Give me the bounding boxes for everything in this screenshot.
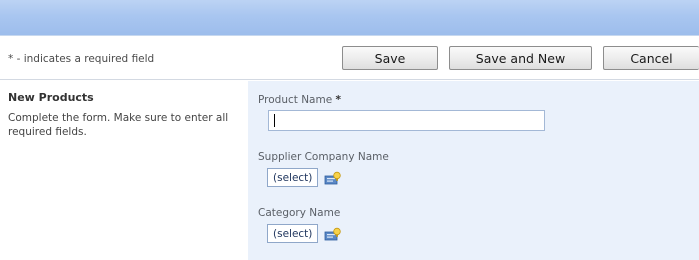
header-bar: [0, 0, 699, 36]
product-name-label-text: Product Name: [258, 94, 333, 106]
section-info-panel: New Products Complete the form. Make sur…: [0, 81, 248, 260]
section-description: Complete the form. Make sure to enter al…: [8, 112, 229, 138]
supplier-select-button[interactable]: (select): [267, 168, 319, 187]
save-button[interactable]: Save: [342, 46, 438, 70]
category-name-label: Category Name: [258, 207, 341, 219]
toolbar: * - indicates a required field Save Save…: [0, 36, 699, 80]
category-picker: (select): [267, 224, 342, 243]
form-panel: Product Name * Supplier Company Name (se…: [248, 81, 699, 260]
supplier-company-label: Supplier Company Name: [258, 151, 389, 163]
cancel-button[interactable]: Cancel: [603, 46, 699, 70]
address-book-icon[interactable]: [324, 171, 342, 185]
save-and-new-button[interactable]: Save and New: [449, 46, 592, 70]
required-marker: *: [335, 94, 342, 106]
supplier-picker: (select): [267, 168, 342, 187]
section-title: New Products: [8, 91, 94, 104]
category-select-button[interactable]: (select): [267, 224, 319, 243]
address-book-icon[interactable]: [324, 227, 342, 241]
required-field-note: * - indicates a required field: [8, 53, 155, 65]
product-name-label: Product Name *: [258, 94, 341, 106]
text-caret: [274, 114, 275, 127]
product-name-input[interactable]: [268, 110, 545, 131]
